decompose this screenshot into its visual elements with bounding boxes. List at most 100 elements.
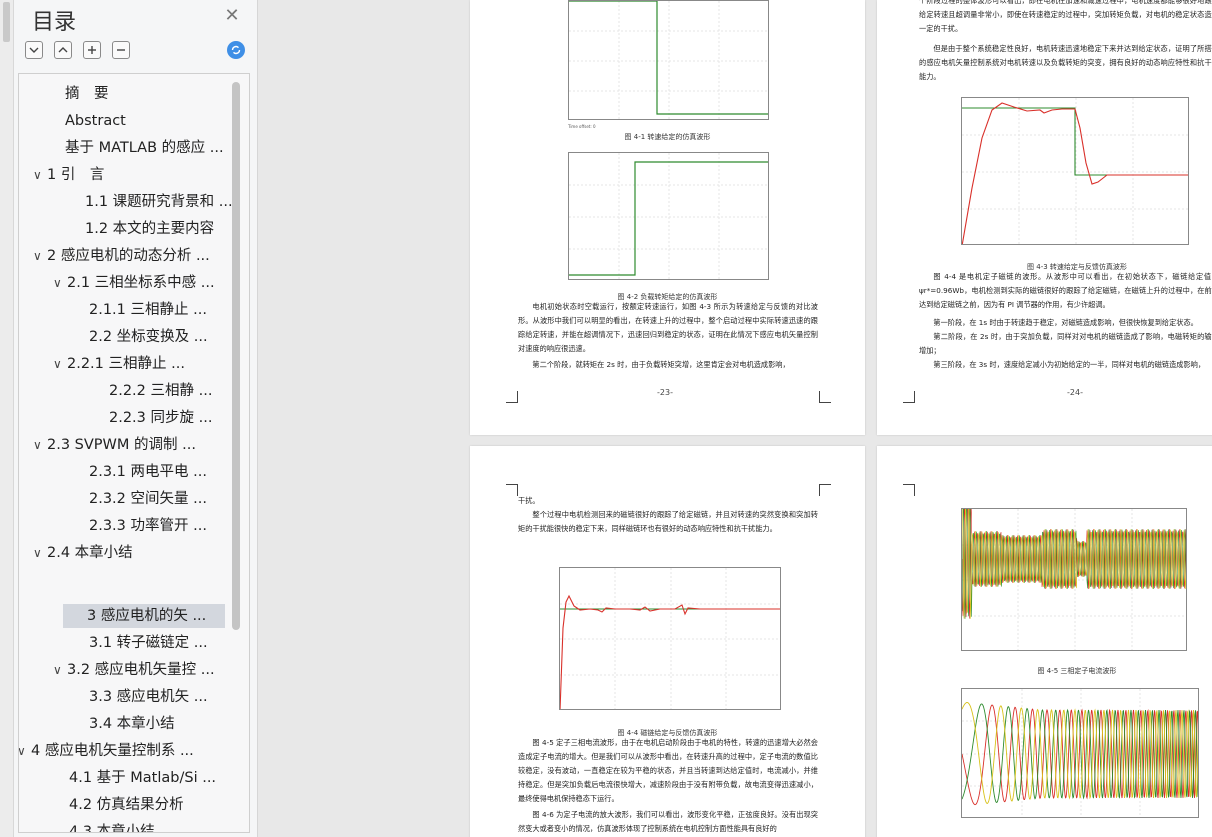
plot-three-phase-current (961, 508, 1187, 651)
page-26: 图 4-5 三相定子电流波形 (877, 446, 1212, 837)
chevron-down-icon[interactable]: ∨ (53, 352, 67, 376)
toc-item-label: 2.3 SVPWM 的调制 ... (47, 437, 196, 453)
paragraph: 图 4-5 定子三相电流波形，由于在电机启动阶段由于电机的特性，转速的迅速增大必… (518, 738, 818, 803)
collapse-all-button[interactable] (25, 41, 43, 59)
toc-item-label: 2.4 本章小结 (47, 545, 133, 561)
toc-item[interactable]: ∨ 1 引 言 (33, 163, 104, 187)
chevron-down-icon (29, 47, 39, 53)
toc-item[interactable]: 2.1.1 三相静止 ... (89, 298, 207, 322)
chevron-down-icon[interactable]: ∨ (33, 541, 47, 565)
three-phase-current-curves (962, 509, 1186, 650)
toc-item-label: 摘 要 (65, 86, 109, 102)
toc-item-label: 4.3 本章小结 (69, 824, 155, 833)
toc-item-label: 4.2 仿真结果分析 (69, 797, 184, 813)
chevron-up-icon (58, 47, 68, 53)
paragraph: 整个过程中电机检测回来的磁链很好的跟踪了给定磁链，并且对转速的突然变换和突加转矩… (518, 510, 818, 533)
paragraph: 图 4-6 为定子电流的放大波形，我们可以看出，波形变化平稳，正弦度良好。没有出… (518, 810, 818, 833)
toc-item[interactable]: ∨ 2.4 本章小结 (33, 541, 133, 565)
toc-item[interactable]: 3.1 转子磁链定 ... (89, 631, 208, 655)
toc-item[interactable]: 4.2 仿真结果分析 (69, 793, 184, 817)
toc-item-label: 3 感应电机的矢 ... (87, 608, 207, 624)
paragraph: 第二个阶段，就转矩在 2s 时，由于负载转矩突增，这里肯定会对电机造成影响， (532, 360, 790, 369)
document-view[interactable]: Time offset: 0 图 4-1 转速给定的仿真波形 图 4-2 负载转… (258, 0, 1212, 837)
toc-item-label: 2.3.3 功率管开 ... (89, 518, 207, 534)
toc-item-label: 2.1 三相坐标系中感 ... (67, 275, 215, 291)
toc-item-label: 2.3.2 空间矢量 ... (89, 491, 207, 507)
page-23: Time offset: 0 图 4-1 转速给定的仿真波形 图 4-2 负载转… (470, 0, 865, 435)
toc-item[interactable]: 2.2 坐标变换及 ... (89, 325, 208, 349)
toc-item-label: 4 感应电机矢量控制系 ... (31, 743, 194, 759)
plot-load-torque (568, 152, 769, 280)
paragraph: 图 4-4 是电机定子磁链的波形。从波形中可以看出，在初始状态下，磁链给定值为 … (919, 272, 1212, 309)
chevron-down-icon[interactable]: ∨ (33, 433, 47, 457)
toc-item-label: 3.4 本章小结 (89, 716, 175, 732)
toc-item[interactable]: 4.3 本章小结 (69, 820, 155, 833)
toc-item[interactable]: 3.3 感应电机矢 ... (89, 685, 208, 709)
current-zoom-curves (962, 689, 1198, 817)
plot-current-zoom (961, 688, 1199, 818)
toc-item-label: 2.2 坐标变换及 ... (89, 329, 208, 345)
toc-item[interactable]: ∨ 2.1 三相坐标系中感 ... (53, 271, 215, 295)
sync-icon[interactable] (227, 41, 245, 59)
paragraph: 第一阶段，在 1s 时由于转速趋于稳定，对磁链造成影响，但很快恢复到给定状态。 (933, 318, 1198, 327)
toc-item[interactable]: ∨ 2 感应电机的动态分析 ... (33, 244, 210, 268)
chevron-down-icon[interactable]: ∨ (33, 163, 47, 187)
crop-mark (903, 484, 915, 496)
toc-item[interactable]: ∨ 3.2 感应电机矢量控 ... (53, 658, 215, 682)
toc-item[interactable]: 3.4 本章小结 (89, 712, 175, 736)
toc-item-label: 3.1 转子磁链定 ... (89, 635, 208, 651)
crop-mark (506, 484, 518, 496)
expand-all-button[interactable] (54, 41, 72, 59)
chevron-down-icon[interactable]: ∨ (53, 271, 67, 295)
toc-item[interactable]: 2.2.3 同步旋 ... (109, 406, 212, 430)
page-25: 干扰。 整个过程中电机检测回来的磁链很好的跟踪了给定磁链，并且对转速的突然变换和… (470, 446, 865, 837)
paragraph: 干扰。 (518, 496, 540, 505)
toc-item[interactable]: Abstract (65, 109, 126, 133)
side-strip (0, 0, 14, 837)
add-bookmark-button[interactable] (83, 41, 101, 59)
chevron-down-icon[interactable]: ∨ (53, 658, 67, 682)
toc-item-label: 1 引 言 (47, 167, 105, 183)
toc-item[interactable]: 3 感应电机的矢 ... (63, 604, 225, 628)
minus-icon (117, 49, 125, 51)
strip-handle[interactable] (3, 2, 10, 42)
remove-bookmark-button[interactable] (112, 41, 130, 59)
toc-item[interactable]: 2.3.2 空间矢量 ... (89, 487, 207, 511)
toc-item-label: 1.1 课题研究背景和 ... (85, 194, 233, 210)
toc-item[interactable]: 1.1 课题研究背景和 ... (85, 190, 233, 214)
toc-item[interactable]: 2.3.3 功率管开 ... (89, 514, 207, 538)
toc-item-label: 3.2 感应电机矢量控 ... (67, 662, 215, 678)
close-icon[interactable]: ✕ (222, 6, 242, 26)
chevron-down-icon[interactable]: ∨ (19, 739, 31, 763)
crop-mark (903, 391, 915, 403)
speed-given-curve (569, 1, 768, 119)
crop-mark (506, 391, 518, 403)
toc-title: 目录 (32, 10, 77, 35)
chevron-down-icon[interactable]: ∨ (33, 244, 47, 268)
toc-item[interactable]: ∨4 感应电机矢量控制系 ... (19, 739, 194, 763)
paragraph: 但是由于整个系统稳定性良好，电机转速迅速地稳定下来并达到给定状态，证明了所搭建的… (919, 44, 1212, 81)
paragraph: 个阶段过程的整体波形可以看出，即在电机在加速和减速过程中，电机速度都能够很好地跟… (919, 0, 1212, 33)
crop-mark (819, 391, 831, 403)
toc-item[interactable]: 1.2 本文的主要内容 (85, 217, 214, 241)
page-24: 个阶段过程的整体波形可以看出，即在电机在加速和减速过程中，电机速度都能够很好地跟… (877, 0, 1212, 435)
toc-item[interactable]: 基于 MATLAB 的感应 ... (65, 136, 224, 160)
toc-item-label: 2.3.1 两电平电 ... (89, 464, 207, 480)
toc-item[interactable]: 2.2.2 三相静 ... (109, 379, 212, 403)
toc-panel: 目录 ✕ 摘 要 Abstract 基于 MATLAB 的感应 ... ∨ 1 引 言1… (14, 0, 258, 837)
toc-item-label: Abstract (65, 113, 126, 129)
toc-item-label: 基于 MATLAB 的感应 ... (65, 140, 224, 156)
toc-item[interactable]: 4.1 基于 Matlab/Si ... (69, 766, 216, 790)
paragraph: 第三阶段，在 3s 时，速度给定减小为初始给定的一半，同样对电机的磁链造成影响， (933, 360, 1206, 369)
toc-item[interactable]: ∨ 2.2.1 三相静止 ... (53, 352, 185, 376)
toc-scrollbar[interactable] (232, 82, 240, 630)
toc-item-label: 2.2.3 同步旋 ... (109, 410, 213, 426)
page-number: -23- (657, 388, 673, 397)
toc-item[interactable]: ∨ 2.3 SVPWM 的调制 ... (33, 433, 196, 457)
toc-item[interactable]: 2.3.1 两电平电 ... (89, 460, 207, 484)
toc-item-label: 4.1 基于 Matlab/Si ... (69, 770, 217, 786)
plot-speed-given (568, 0, 769, 120)
fig-4-5-caption: 图 4-5 三相定子电流波形 (1037, 667, 1117, 675)
toc-item[interactable]: 摘 要 (65, 82, 109, 106)
axis-note: Time offset: 0 (568, 124, 596, 129)
